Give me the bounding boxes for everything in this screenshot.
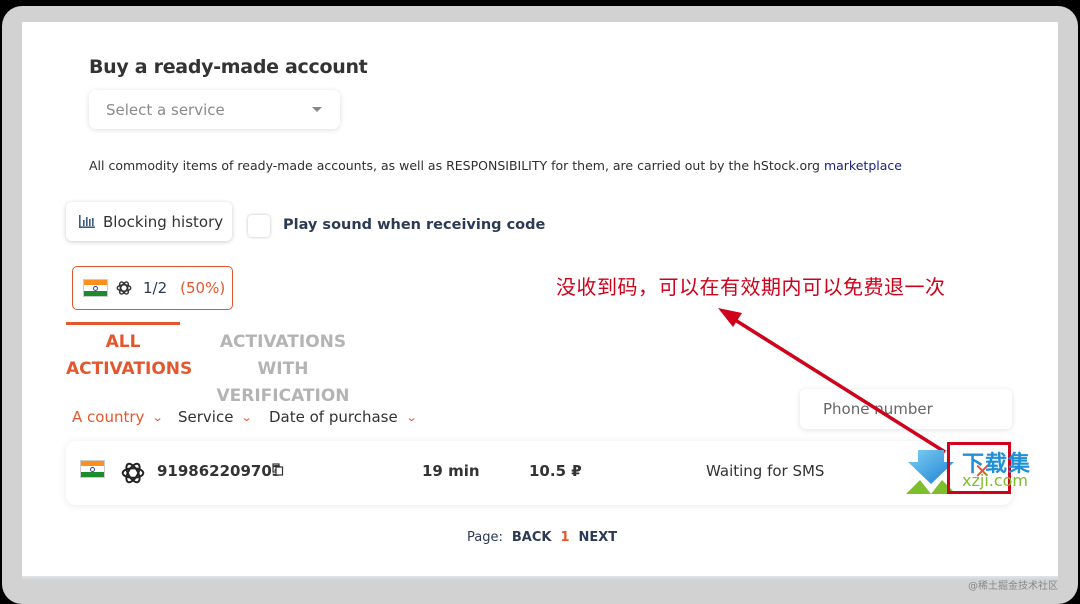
- pagination-back[interactable]: BACK: [512, 530, 552, 545]
- filter-date-label: Date of purchase: [269, 408, 398, 426]
- blocking-history-button[interactable]: Blocking history: [66, 202, 232, 241]
- annotation-note: 没收到码，可以在有效期内可以免费退一次: [556, 275, 946, 299]
- tab-all-activations[interactable]: ALL ACTIVATIONS: [66, 329, 192, 383]
- disclaimer: All commodity items of ready-made accoun…: [89, 158, 902, 173]
- filter-service[interactable]: Service ⌄: [178, 408, 254, 426]
- openai-icon: [116, 281, 132, 295]
- pagination: Page: BACK 1 NEXT: [467, 530, 617, 545]
- phone-number-search-input[interactable]: [800, 389, 1012, 429]
- activation-row: 919862209703 19 min 10.5 ₽ Waiting for S…: [66, 441, 1012, 505]
- copy-icon[interactable]: [272, 463, 284, 476]
- tab-activations-with-verification[interactable]: ACTIVATIONS WITH VERIFICATION: [196, 329, 370, 410]
- tab-activations-with-verification-label: ACTIVATIONS WITH VERIFICATION: [216, 332, 350, 406]
- filter-country[interactable]: A country ⌄: [72, 408, 165, 426]
- caret-down-icon: [312, 107, 322, 112]
- service-select[interactable]: Select a service: [89, 90, 340, 129]
- play-sound-label[interactable]: Play sound when receiving code: [283, 217, 545, 233]
- india-flag-icon: [80, 460, 105, 478]
- page-title: Buy a ready-made account: [89, 56, 368, 78]
- tab-all-activations-label: ALL ACTIVATIONS: [66, 332, 193, 379]
- success-percent: (50%): [180, 279, 226, 297]
- filter-country-label: A country: [72, 408, 145, 426]
- chevron-down-icon: ⌄: [405, 410, 418, 424]
- bar-chart-icon: [79, 215, 95, 228]
- country-service-stat-chip[interactable]: 1/2 (50%): [72, 266, 233, 310]
- chevron-down-icon: ⌄: [152, 410, 165, 424]
- blocking-history-label: Blocking history: [103, 212, 224, 231]
- activation-time-left: 19 min: [422, 462, 480, 480]
- page-bottom-edge: [22, 576, 1058, 580]
- activation-status: Waiting for SMS: [706, 462, 825, 480]
- chevron-down-icon: ⌄: [241, 410, 254, 424]
- openai-icon: [121, 462, 145, 484]
- watermark-domain: xzji.com: [962, 471, 1029, 490]
- activation-phone-number: 919862209703: [157, 462, 283, 480]
- filter-date-of-purchase[interactable]: Date of purchase ⌄: [269, 408, 418, 426]
- success-ratio: 1/2: [143, 279, 168, 297]
- india-flag-icon: [83, 279, 108, 297]
- pagination-label: Page:: [467, 530, 503, 545]
- disclaimer-text: All commodity items of ready-made accoun…: [89, 158, 824, 173]
- play-sound-checkbox[interactable]: [248, 215, 270, 237]
- pagination-current-page[interactable]: 1: [560, 530, 569, 545]
- service-select-placeholder: Select a service: [106, 100, 225, 119]
- watermark-credit: @稀土掘金技术社区: [968, 581, 1058, 592]
- filter-service-label: Service: [178, 408, 234, 426]
- active-tab-indicator: [66, 322, 180, 325]
- activation-price: 10.5 ₽: [529, 462, 582, 480]
- pagination-next[interactable]: NEXT: [579, 530, 618, 545]
- marketplace-link[interactable]: marketplace: [824, 158, 902, 173]
